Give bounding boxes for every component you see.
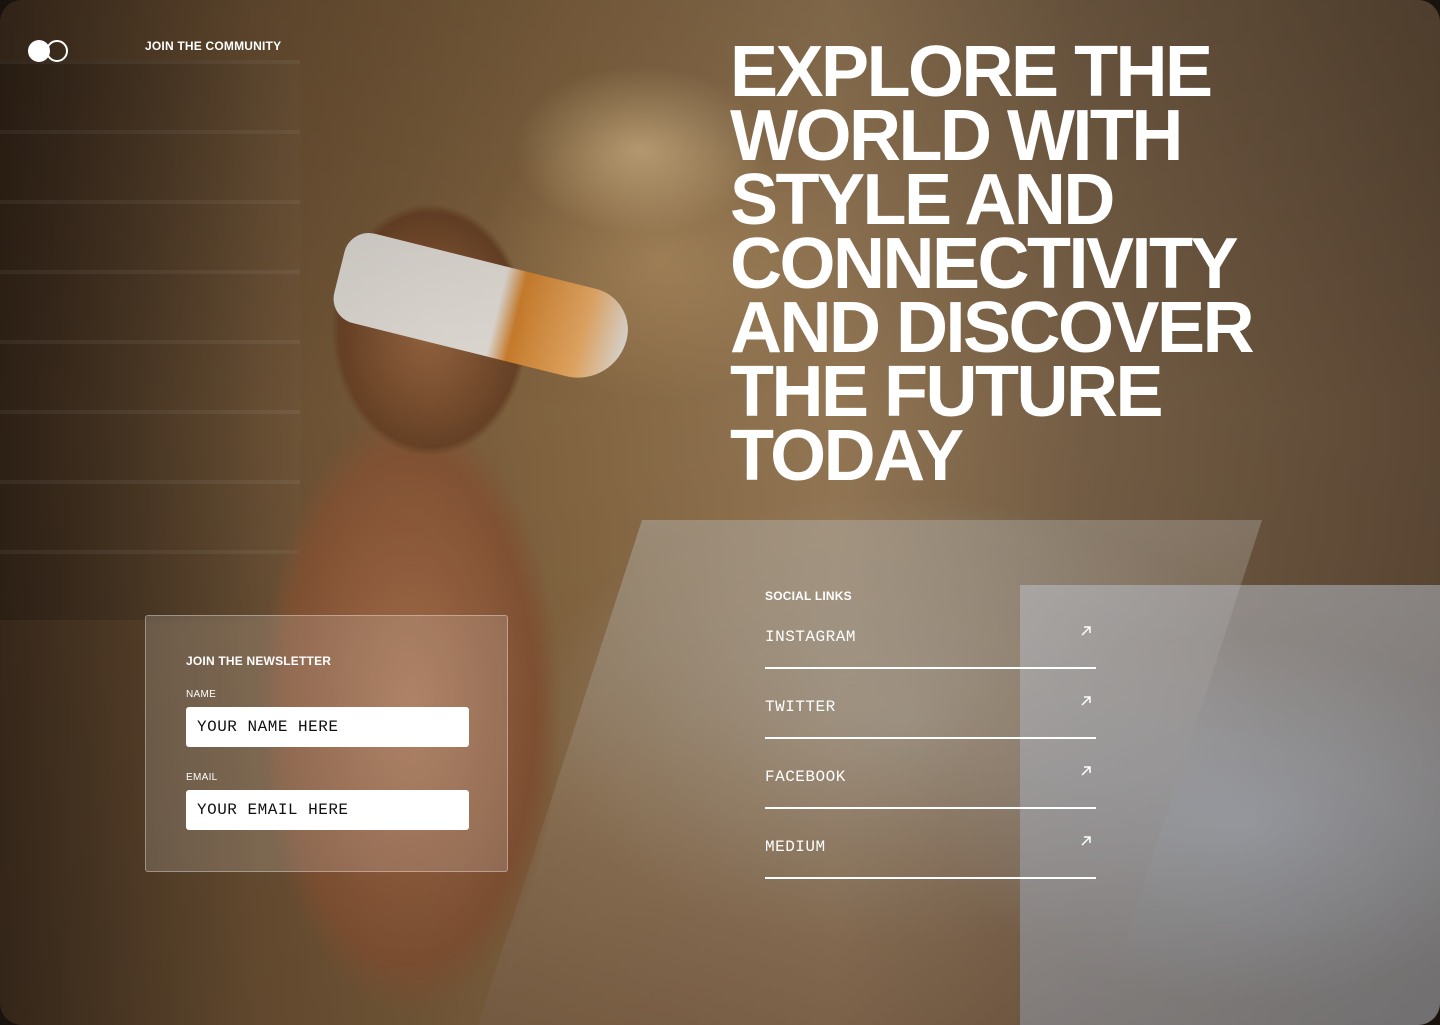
join-community-link[interactable]: JOIN THE COMMUNITY (145, 39, 281, 53)
logo-outline-circle (46, 40, 68, 62)
headline-line: WORLD WITH (730, 96, 1183, 176)
social-link-label: INSTAGRAM (765, 628, 856, 646)
logo-icon[interactable] (28, 40, 68, 62)
social-link-label: MEDIUM (765, 838, 826, 856)
email-label: EMAIL (186, 772, 218, 783)
arrow-up-right-icon (1081, 836, 1091, 846)
hero-headline: EXPLORE THE WORLD WITH STYLE AND CONNECT… (730, 32, 1350, 496)
email-input[interactable] (186, 790, 469, 830)
headline-line: TODAY (730, 416, 964, 496)
headline-line: EXPLORE THE (730, 32, 1213, 112)
social-link-twitter[interactable]: TWITTER (765, 687, 1096, 739)
headline-line: STYLE AND (730, 160, 1115, 240)
social-link-facebook[interactable]: FACEBOOK (765, 757, 1096, 809)
social-links-heading: SOCIAL LINKS (765, 589, 852, 603)
newsletter-title: JOIN THE NEWSLETTER (186, 654, 332, 668)
arrow-up-right-icon (1081, 696, 1091, 706)
headline-line: CONNECTIVITY (730, 224, 1239, 304)
arrow-up-right-icon (1081, 766, 1091, 776)
social-link-label: FACEBOOK (765, 768, 846, 786)
headline-line: AND DISCOVER (730, 288, 1255, 368)
landing-page: JOIN THE COMMUNITY EXPLORE THE WORLD WIT… (0, 0, 1440, 1025)
social-link-label: TWITTER (765, 698, 836, 716)
social-link-instagram[interactable]: INSTAGRAM (765, 617, 1096, 669)
name-label: NAME (186, 689, 217, 700)
social-link-medium[interactable]: MEDIUM (765, 827, 1096, 879)
arrow-up-right-icon (1081, 626, 1091, 636)
social-links: SOCIAL LINKS INSTAGRAM TWITTER FACEBOOK … (765, 589, 1096, 897)
newsletter-card: JOIN THE NEWSLETTER NAME EMAIL (145, 615, 508, 872)
name-input[interactable] (186, 707, 469, 747)
headline-line: THE FUTURE (730, 352, 1163, 432)
